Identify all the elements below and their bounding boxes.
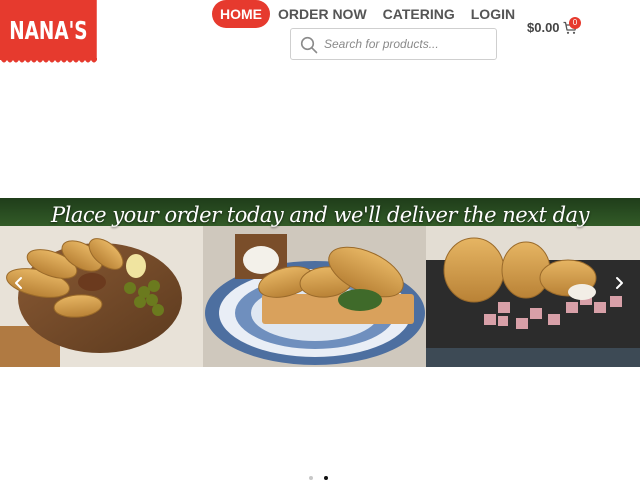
slide-3 — [426, 226, 640, 367]
carousel-dot-1[interactable] — [309, 476, 313, 480]
chevron-left-icon[interactable] — [12, 276, 26, 290]
slide-1 — [0, 226, 203, 367]
carousel-pagination — [309, 476, 339, 480]
search-input[interactable] — [324, 29, 492, 59]
chevron-right-icon[interactable] — [612, 276, 626, 290]
logo-text: NANA'S — [9, 15, 88, 45]
main-nav: HOME ORDER NOW CATERING LOGIN — [212, 0, 523, 28]
carousel-dot-2[interactable] — [324, 476, 328, 480]
banner-caption: Place your order today and we'll deliver… — [51, 203, 589, 227]
cart-count-badge: 0 — [569, 17, 581, 29]
slide-2 — [203, 226, 426, 367]
cart-total: $0.00 — [527, 20, 560, 35]
nav-catering[interactable]: CATERING — [375, 0, 463, 28]
logo-scallop-edge — [0, 58, 97, 63]
nav-login[interactable]: LOGIN — [463, 0, 523, 28]
hero-banner: Place your order today and we'll deliver… — [0, 198, 640, 367]
nav-home[interactable]: HOME — [212, 0, 270, 28]
site-header: NANA'S HOME ORDER NOW CATERING LOGIN $0.… — [0, 0, 640, 70]
product-search — [290, 28, 497, 60]
logo[interactable]: NANA'S — [0, 0, 97, 65]
search-icon[interactable] — [300, 36, 318, 54]
nav-order-now[interactable]: ORDER NOW — [270, 0, 375, 28]
